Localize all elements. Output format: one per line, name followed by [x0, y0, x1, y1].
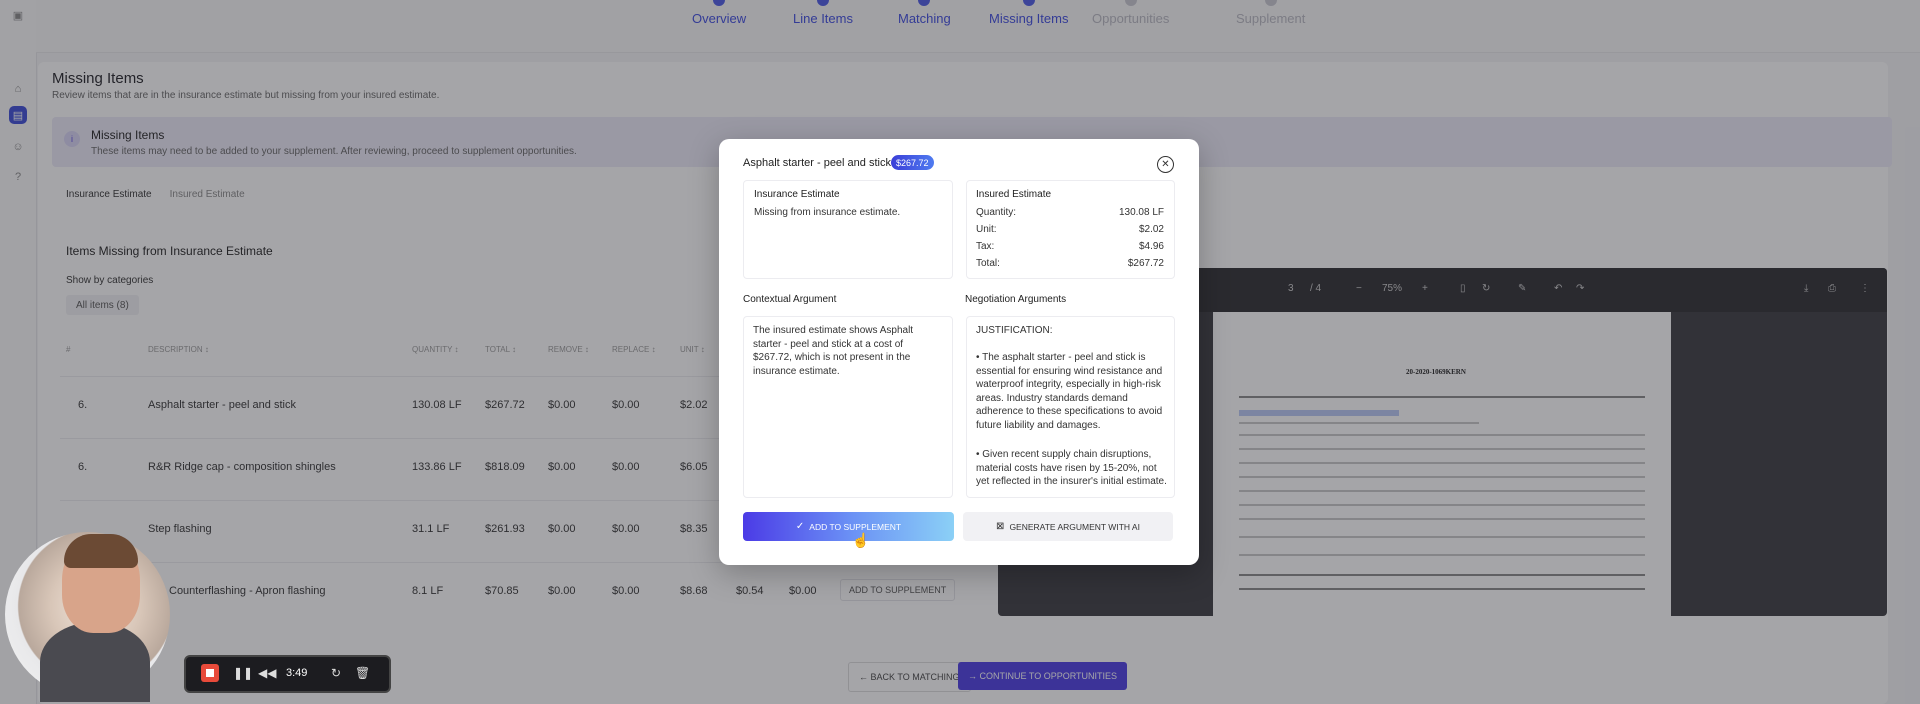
contextual-argument-textarea[interactable]: The insured estimate shows Asphalt start… — [743, 316, 953, 498]
check-circle-icon: ✓ — [795, 521, 805, 532]
add-to-supplement-button[interactable]: ✓ ADD TO SUPPLEMENT — [743, 512, 954, 541]
delete-icon[interactable]: 🗑 — [355, 666, 370, 680]
argument-point-1: • The asphalt starter - peel and stick i… — [976, 352, 1163, 431]
recording-time: 3:49 — [286, 667, 308, 679]
webcam-person-body — [40, 622, 150, 702]
contextual-argument-label: Contextual Argument — [743, 294, 837, 305]
negotiation-arguments-textarea[interactable]: JUSTIFICATION: • The asphalt starter - p… — [966, 316, 1175, 498]
mouse-cursor-icon: ☝ — [852, 532, 870, 548]
stop-record-button[interactable] — [201, 664, 219, 682]
pause-icon[interactable]: ❚❚ — [233, 666, 253, 680]
modal-title: Asphalt starter - peel and stick — [743, 157, 891, 169]
price-badge: $267.72 — [891, 155, 934, 170]
justification-heading: JUSTIFICATION: — [976, 325, 1053, 336]
negotiation-arguments-label: Negotiation Arguments — [965, 294, 1067, 305]
insured-estimate-title: Insured Estimate — [976, 189, 1052, 200]
restart-icon[interactable]: ↻ — [331, 666, 341, 680]
insured-estimate-box: Insured Estimate Quantity: 130.08 LF Unit… — [966, 180, 1175, 279]
webcam-person-hair — [64, 534, 138, 568]
close-icon[interactable]: ✕ — [1157, 156, 1174, 173]
ai-sparkle-icon: ⊠ — [996, 521, 1005, 532]
insurance-estimate-title: Insurance Estimate — [754, 189, 840, 200]
insurance-estimate-text: Missing from insurance estimate. — [754, 207, 901, 218]
generate-argument-button[interactable]: ⊠ GENERATE ARGUMENT WITH AI — [963, 512, 1173, 541]
argument-point-2: • Given recent supply chain disruptions,… — [976, 449, 1167, 487]
insurance-estimate-box: Insurance Estimate Missing from insuranc… — [743, 180, 953, 279]
insured-estimate-values: Quantity: 130.08 LF Unit: $2.02 Tax: $4.96 … — [976, 207, 1164, 269]
rewind-icon[interactable]: ◀◀ — [258, 666, 276, 680]
